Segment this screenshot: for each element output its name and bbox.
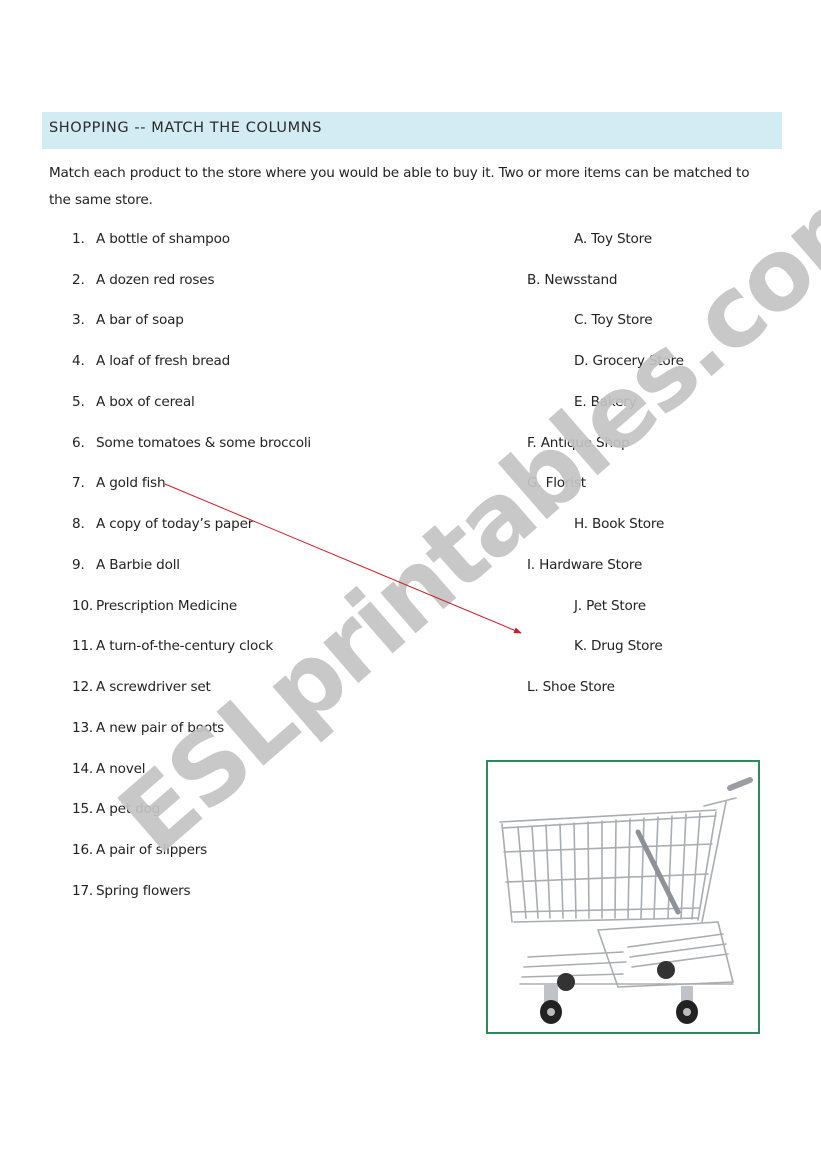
store-item: E. Bakery [574,394,637,410]
store-item: F. Antique Shop [527,435,630,451]
store-item: I. Hardware Store [527,557,643,573]
product-item: 1. A bottle of shampoo [72,231,230,247]
title-bar: SHOPPING -- MATCH THE COLUMNS [42,112,782,149]
store-item: A. Toy Store [574,231,652,247]
store-item: K. Drug Store [574,638,663,654]
store-item: D. Grocery Store [574,353,684,369]
shopping-cart-image [486,760,760,1034]
product-item: 10. Prescription Medicine [72,598,238,614]
worksheet-page: SHOPPING -- MATCH THE COLUMNS Match each… [0,0,821,1169]
product-item: 8. A copy of today’s paper [72,516,254,532]
product-item: 16. A pair of slippers [72,842,208,858]
product-item: 4. A loaf of fresh bread [72,353,231,369]
product-item: 15. A pet dog [72,801,161,817]
store-item: C. Toy Store [574,312,653,328]
store-item: H. Book Store [574,516,665,532]
product-item: 7. A gold fish [72,475,166,491]
store-item: B. Newsstand [527,272,618,288]
product-item: 2. A dozen red roses [72,272,215,288]
shopping-cart-icon [499,777,753,1024]
product-item: 13. A new pair of boots [72,720,224,736]
product-item: 17. Spring flowers [72,883,191,899]
worksheet-title: SHOPPING -- MATCH THE COLUMNS [49,120,322,136]
product-item: 5. A box of cereal [72,394,195,410]
instructions: Match each product to the store where yo… [49,165,750,208]
product-item: 3. A bar of soap [72,312,184,328]
product-item: 14. A novel [72,761,146,777]
store-item: J. Pet Store [574,598,646,614]
store-item: L. Shoe Store [527,679,615,695]
store-item: G. Florist [527,475,586,491]
product-item: 11. A turn-of-the-century clock [72,638,274,654]
product-item: 12. A screwdriver set [72,679,211,695]
product-item: 6. Some tomatoes & some broccoli [72,435,312,451]
product-item: 9. A Barbie doll [72,557,180,573]
